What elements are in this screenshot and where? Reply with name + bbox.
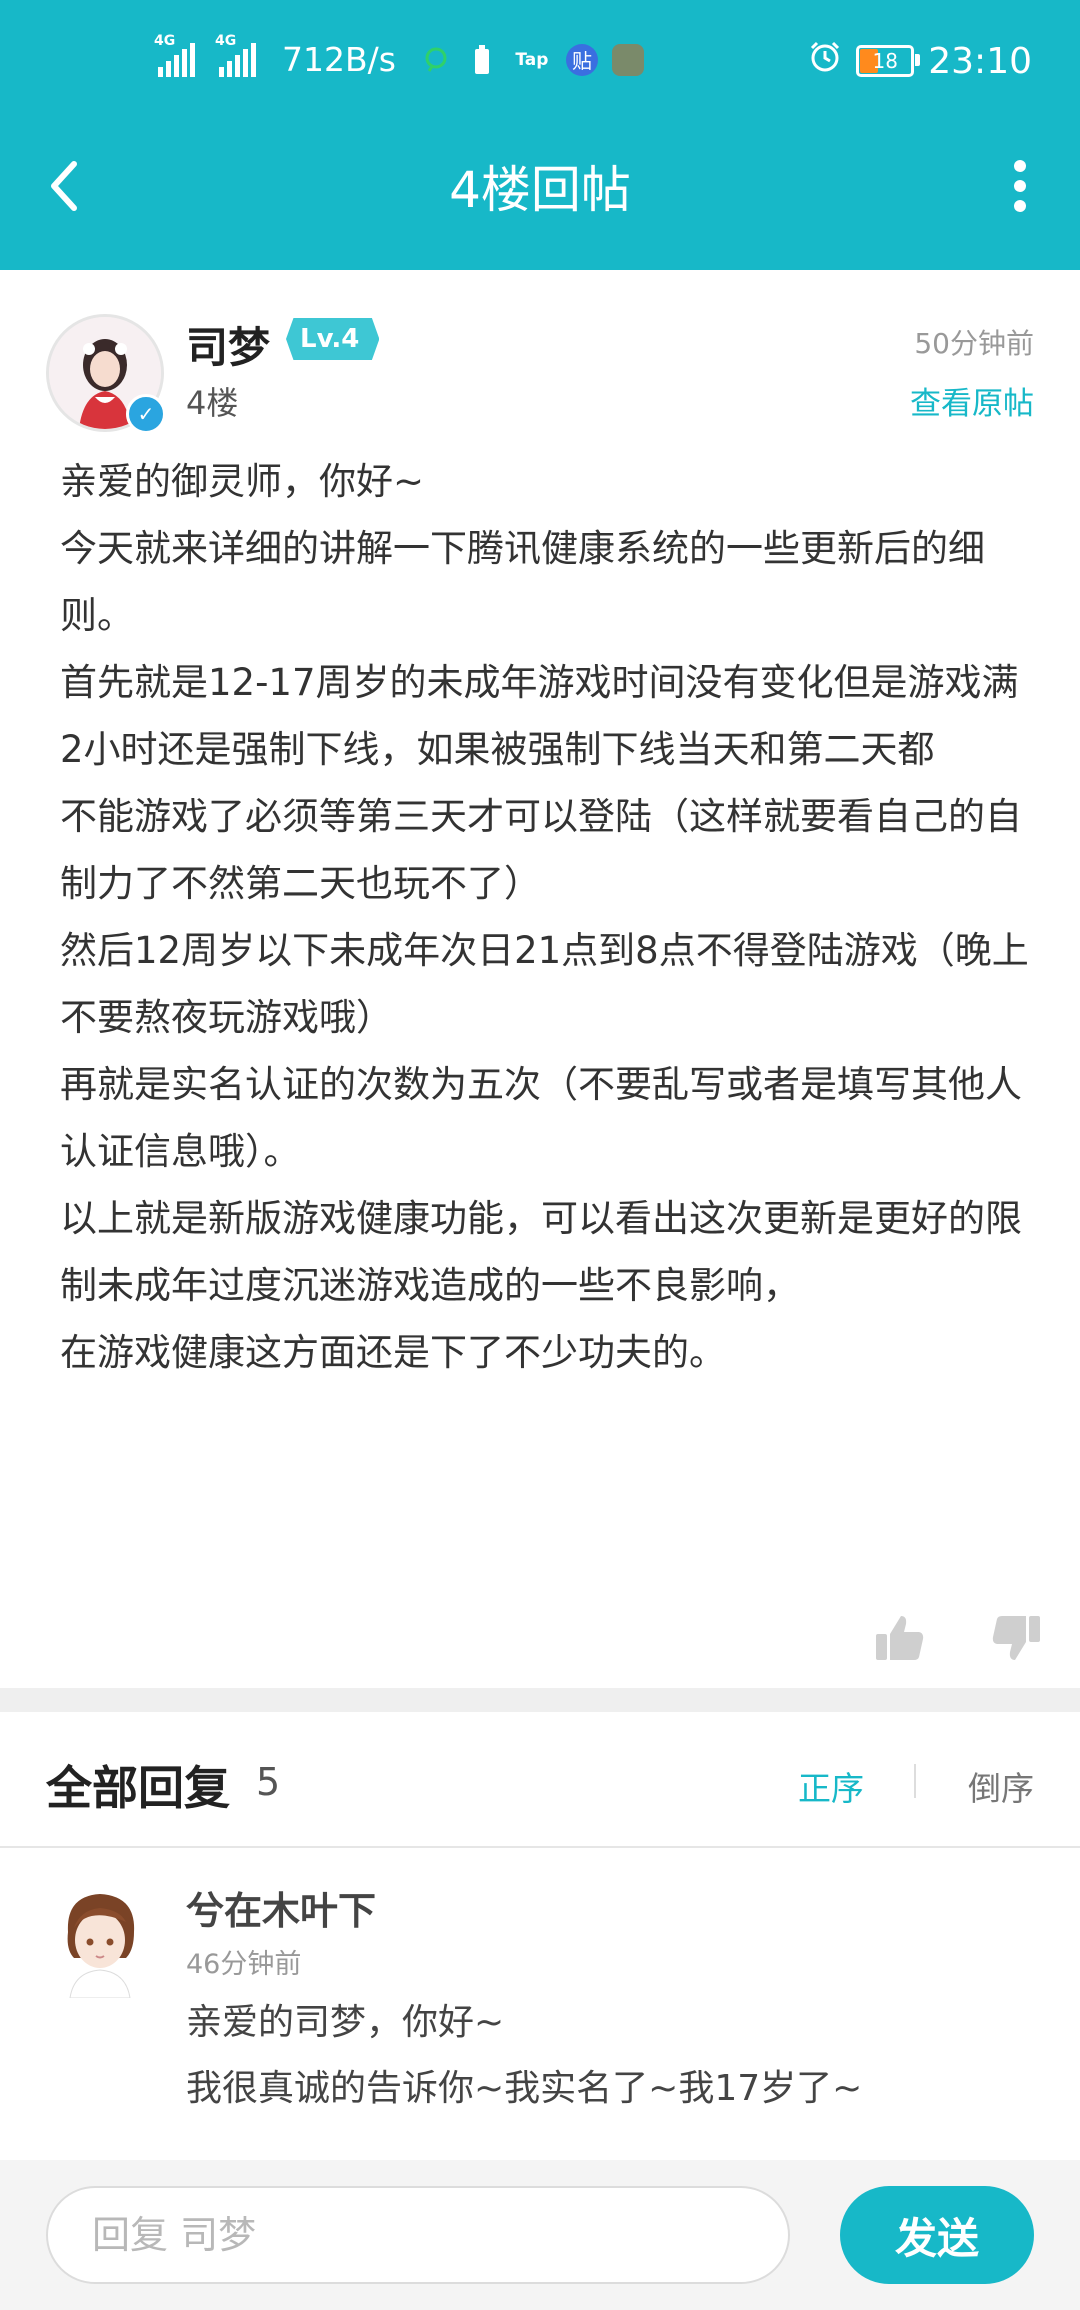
alarm-icon: [808, 40, 842, 82]
post-line: 然后12周岁以下未成年次日21点到8点不得登陆游戏（晚上不要熬夜玩游戏哦）: [60, 929, 1029, 1039]
reply-composer: 发送: [0, 2160, 1080, 2310]
thumbs-up-icon: [876, 1616, 924, 1660]
section-divider: [0, 1688, 1080, 1712]
reply-line: 亲爱的司梦，你好~: [186, 2002, 505, 2043]
reply-time: 46分钟前: [186, 1949, 302, 1980]
post-time: 50分钟前: [914, 327, 1034, 360]
battery-level: 18: [872, 49, 898, 73]
verified-badge-icon: ✓: [126, 394, 166, 434]
post-line: 以上就是新版游戏健康功能，可以看出这次更新是更好的限制未成年过度沉迷游戏造成的一…: [60, 1197, 1022, 1307]
network-speed: 712B/s: [282, 40, 396, 79]
level-badge: Lv.4: [286, 318, 380, 360]
reply-avatar[interactable]: [50, 1888, 150, 1999]
page-title: 4楼回帖: [449, 161, 631, 219]
replies-divider: [0, 1846, 1080, 1848]
reply-content: 亲爱的司梦，你好~ 我很真诚的告诉你~我实名了~我17岁了~: [186, 1990, 1046, 2122]
floor-number: 4楼: [186, 384, 239, 422]
battery-saver-icon: [466, 44, 498, 76]
taptap-icon: Tap: [515, 49, 549, 70]
battery-icon: 18: [856, 45, 921, 77]
clock: 23:10: [928, 40, 1032, 82]
post-line: 今天就来详细的讲解一下腾讯健康系统的一些更新后的细则。: [60, 527, 985, 637]
send-button[interactable]: 发送: [840, 2186, 1034, 2284]
reply-author-name[interactable]: 兮在木叶下: [186, 1880, 376, 1935]
author-name[interactable]: 司梦: [186, 314, 270, 375]
more-vertical-icon: [1014, 160, 1026, 172]
more-options-button[interactable]: [1000, 156, 1040, 216]
view-original-post-link[interactable]: 查看原帖: [910, 378, 1034, 423]
sort-separator: [914, 1764, 916, 1798]
status-left: 4G 4G 712B/s Tap 贴: [154, 33, 644, 79]
top-bar: 4G 4G 712B/s Tap 贴 18 23:10 4楼回帖: [0, 0, 1080, 270]
network-type-label-2: 4G: [215, 32, 237, 49]
post-line: 在游戏健康这方面还是下了不少功夫的。: [60, 1331, 726, 1374]
tieba-icon: 贴: [565, 43, 598, 76]
network-type-label: 4G: [154, 32, 176, 49]
replies-count: 5: [256, 1760, 281, 1804]
post-line: 首先就是12-17周岁的未成年游戏时间没有变化但是游戏满2小时还是强制下线，如果…: [60, 661, 1019, 771]
status-right: 18 23:10: [808, 40, 1032, 82]
status-bar: 4G 4G 712B/s Tap 贴 18 23:10: [0, 28, 1080, 98]
thumbs-up-button[interactable]: [874, 1612, 926, 1664]
post-content: 亲爱的御灵师，你好~ 今天就来详细的讲解一下腾讯健康系统的一些更新后的细则。 首…: [60, 448, 1030, 1386]
game-app-icon: [611, 43, 644, 76]
post-line: 再就是实名认证的次数为五次（不要乱写或者是填写其他人认证信息哦）。: [60, 1063, 1022, 1173]
post-line: 亲爱的御灵师，你好~: [60, 460, 425, 503]
sort-descending-button[interactable]: 倒序: [968, 1762, 1034, 1810]
post-line: 不能游戏了必须等第三天才可以登陆（这样就要看自己的自制力了不然第二天也玩不了）: [60, 795, 1022, 905]
thumbs-down-icon: [992, 1616, 1040, 1660]
reply-line: 我很真诚的告诉你~我实名了~我17岁了~: [186, 2068, 863, 2109]
sort-ascending-button[interactable]: 正序: [798, 1762, 864, 1810]
reply-input[interactable]: [46, 2186, 790, 2284]
signal-icon: 4G: [154, 33, 195, 77]
signal-icon-2: 4G: [215, 33, 256, 77]
chat-app-icon: [420, 44, 452, 76]
thumbs-down-button[interactable]: [990, 1612, 1042, 1664]
replies-title: 全部回复: [46, 1761, 230, 1815]
